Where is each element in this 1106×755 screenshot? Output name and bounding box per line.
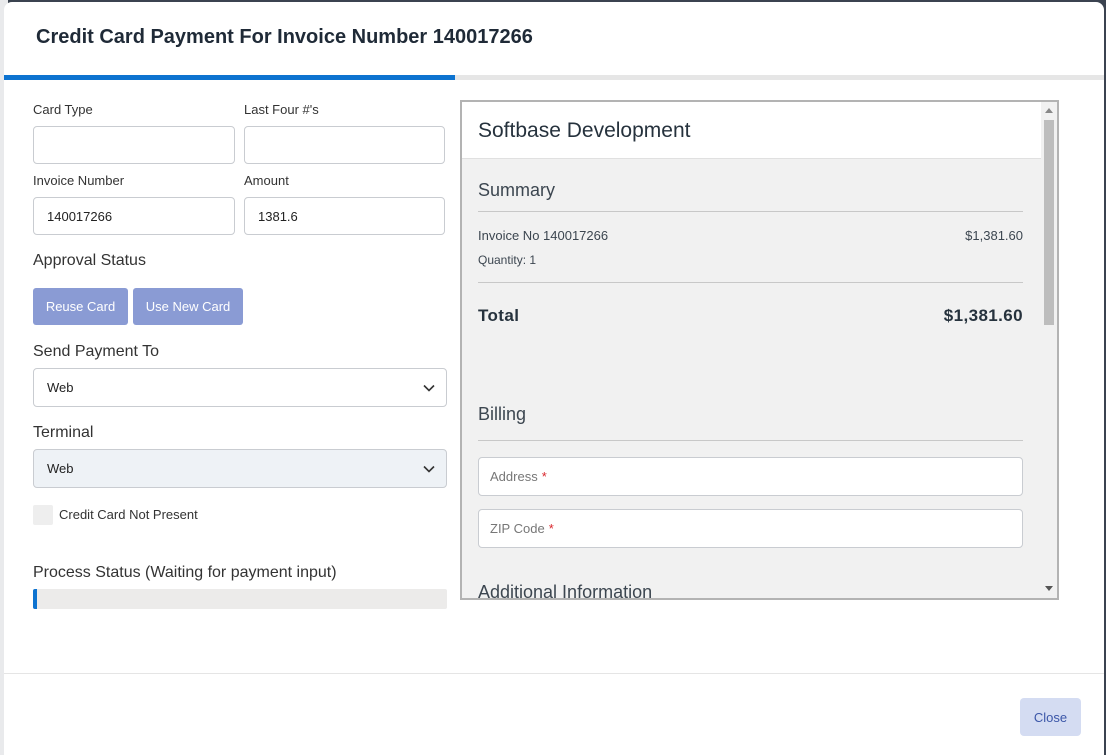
terminal-value: Web <box>47 461 74 476</box>
billing-divider <box>478 440 1023 441</box>
chevron-down-icon <box>423 465 435 473</box>
zip-code-placeholder: ZIP Code <box>490 521 545 536</box>
scroll-up-icon[interactable] <box>1045 108 1053 113</box>
merchant-name: Softbase Development <box>478 119 691 142</box>
card-not-present-label: Credit Card Not Present <box>59 507 198 522</box>
last-four-label: Last Four #'s <box>244 102 319 117</box>
scroll-thumb[interactable] <box>1044 120 1054 325</box>
total-label: Total <box>478 306 520 325</box>
frame-scrollbar[interactable] <box>1041 102 1057 598</box>
line-item-description: Invoice No 140017266 <box>478 228 609 243</box>
terminal-label: Terminal <box>33 424 94 441</box>
modal-progress-bar <box>4 75 1104 80</box>
send-payment-label: Send Payment To <box>33 343 160 360</box>
close-button[interactable]: Close <box>1020 698 1081 736</box>
footer-divider <box>4 673 1104 674</box>
process-status-label: Process Status (Waiting for payment inpu… <box>33 564 337 581</box>
address-placeholder: Address <box>490 469 538 484</box>
process-progress-fill <box>33 589 38 609</box>
summary-divider <box>478 211 1023 212</box>
payment-modal: Credit Card Payment For Invoice Number 1… <box>4 2 1104 755</box>
send-payment-select[interactable]: Web <box>33 368 447 407</box>
last-four-input[interactable] <box>244 126 445 164</box>
summary-title: Summary <box>478 180 556 200</box>
zip-code-input[interactable]: ZIP Code * <box>478 509 1023 548</box>
terminal-select[interactable]: Web <box>33 449 447 488</box>
amount-label: Amount <box>244 173 289 188</box>
billing-title: Billing <box>478 404 527 424</box>
card-type-input[interactable] <box>33 126 235 164</box>
address-input[interactable]: Address * <box>478 457 1023 496</box>
card-not-present-checkbox[interactable] <box>33 505 53 525</box>
invoice-number-input[interactable] <box>33 197 235 235</box>
address-required-mark: * <box>541 469 547 484</box>
process-progress-bar <box>33 589 447 609</box>
use-new-card-button[interactable]: Use New Card <box>133 288 243 325</box>
line-item-amount: $1,381.60 <box>965 228 1023 243</box>
frame-header: Softbase Development <box>462 102 1041 159</box>
total-amount: $1,381.60 <box>943 306 1023 325</box>
invoice-number-label: Invoice Number <box>33 173 125 188</box>
send-payment-value: Web <box>47 380 74 395</box>
chevron-down-icon <box>423 384 435 392</box>
card-type-label: Card Type <box>33 102 93 117</box>
line-item-quantity: Quantity: 1 <box>478 253 537 267</box>
modal-progress-fill <box>4 75 455 80</box>
total-divider <box>478 282 1023 283</box>
additional-info-title: Additional Information <box>478 582 653 600</box>
amount-input[interactable] <box>244 197 445 235</box>
modal-title: Credit Card Payment For Invoice Number 1… <box>36 26 533 48</box>
reuse-card-button[interactable]: Reuse Card <box>33 288 128 325</box>
approval-status-label: Approval Status <box>33 252 146 269</box>
payment-iframe[interactable]: Softbase Development Summary Invoice No … <box>460 100 1059 600</box>
zip-required-mark: * <box>548 521 554 536</box>
scroll-down-icon[interactable] <box>1045 586 1053 591</box>
